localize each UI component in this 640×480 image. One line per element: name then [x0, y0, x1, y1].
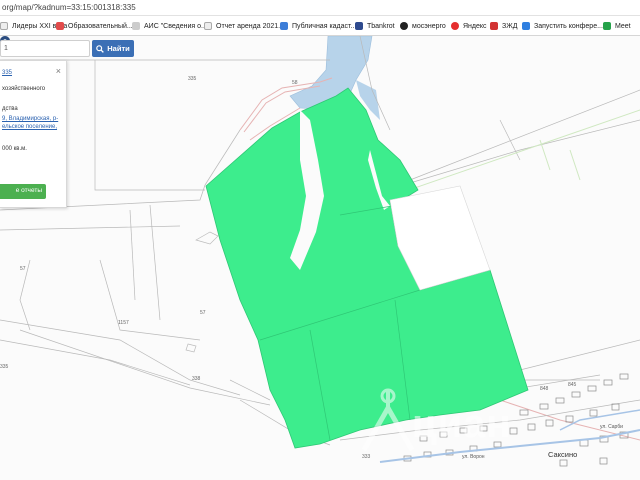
bookmark-4[interactable]: Отчет аренда 2021... — [204, 20, 284, 32]
map-canvas[interactable] — [0, 36, 640, 480]
bookmark-label: Отчет аренда 2021... — [216, 22, 284, 30]
bookmark-7[interactable]: мосэнерго — [400, 20, 446, 32]
bookmark-label: Meet — [615, 22, 631, 30]
close-icon[interactable]: × — [56, 65, 61, 77]
street-label: ул. Сарби — [600, 424, 623, 430]
bookmark-label: Яндекс — [463, 22, 487, 30]
parcel-label: 338 — [192, 376, 201, 382]
watermark-text: циан — [412, 402, 512, 446]
map-icon — [280, 22, 288, 30]
search-icon — [96, 44, 105, 53]
bookmark-label: мосэнерго — [412, 22, 446, 30]
land-use: дства — [2, 106, 18, 112]
bookmark-3[interactable]: АИС "Сведения о... — [132, 20, 207, 32]
cadastral-map[interactable]: 335 58 57 57 1157 338 335 848 845 333 Са… — [0, 36, 640, 480]
bookmark-label: Tbankrot — [367, 22, 395, 30]
bookmark-10[interactable]: Запустить конфере... — [522, 20, 603, 32]
search-input[interactable] — [0, 40, 90, 57]
address-bar[interactable]: org/map/?kadnum=33:15:001318:335 — [0, 0, 640, 16]
bookmarks-bar: Лидеры XXI века Образовательный... АИС "… — [0, 16, 640, 36]
bookmark-icon — [355, 22, 363, 30]
bookmark-6[interactable]: Tbankrot — [355, 20, 395, 32]
parcel-label: 335 — [188, 76, 197, 82]
video-icon — [522, 22, 530, 30]
parcel-label: 58 — [292, 80, 298, 86]
town-label: Саксино — [548, 450, 578, 459]
parcel-label: 845 — [568, 382, 577, 388]
bookmark-9[interactable]: ЗЖД — [490, 20, 517, 32]
parcel-label: 1157 — [118, 320, 129, 326]
small-lake — [195, 231, 219, 245]
yandex-icon — [451, 22, 459, 30]
page-icon — [0, 22, 8, 30]
land-category: хозяйственного — [2, 86, 46, 92]
bookmark-icon — [490, 22, 498, 30]
bookmark-label: Публичная кадаст... — [292, 22, 357, 30]
bookmark-11[interactable]: Meet — [603, 20, 631, 32]
bookmark-label: Образовательный... — [68, 22, 133, 30]
field-borders — [379, 109, 640, 201]
reports-button[interactable]: е отчеты — [0, 184, 46, 199]
find-button-label: Найти — [107, 44, 130, 53]
cian-logo-icon — [361, 388, 415, 452]
find-button[interactable]: Найти — [92, 40, 134, 57]
parcel-label: 57 — [200, 310, 206, 316]
bookmark-icon — [56, 22, 64, 30]
bookmark-label: ЗЖД — [502, 22, 518, 30]
parcel-area: 000 кв.м. — [2, 146, 27, 152]
bookmark-icon — [400, 22, 408, 30]
address-line-1[interactable]: 9, Владимирская, р- — [2, 115, 58, 123]
bookmark-label: АИС "Сведения о... — [144, 22, 207, 30]
bookmark-8[interactable]: Яндекс — [451, 20, 487, 32]
meet-icon — [603, 22, 611, 30]
parcel-label: 57 — [20, 266, 26, 272]
cadastral-number-link[interactable]: 335 — [2, 69, 12, 77]
url-text[interactable]: org/map/?kadnum=33:15:001318:335 — [2, 3, 136, 12]
parcel-label: 848 — [540, 386, 549, 392]
bookmark-5[interactable]: Публичная кадаст... — [280, 20, 356, 32]
watermark: циан — [360, 386, 511, 456]
parcel-label: 335 — [0, 364, 9, 370]
small-feature — [185, 343, 197, 353]
bookmark-2[interactable]: Образовательный... — [56, 20, 133, 32]
parcel-info-card: × 335 хозяйственного дства 9, Владимирск… — [0, 60, 67, 208]
page-icon — [204, 22, 212, 30]
page-icon — [132, 22, 140, 30]
address-line-2[interactable]: ельское поселение, — [2, 123, 57, 131]
bookmark-label: Запустить конфере... — [534, 22, 603, 30]
